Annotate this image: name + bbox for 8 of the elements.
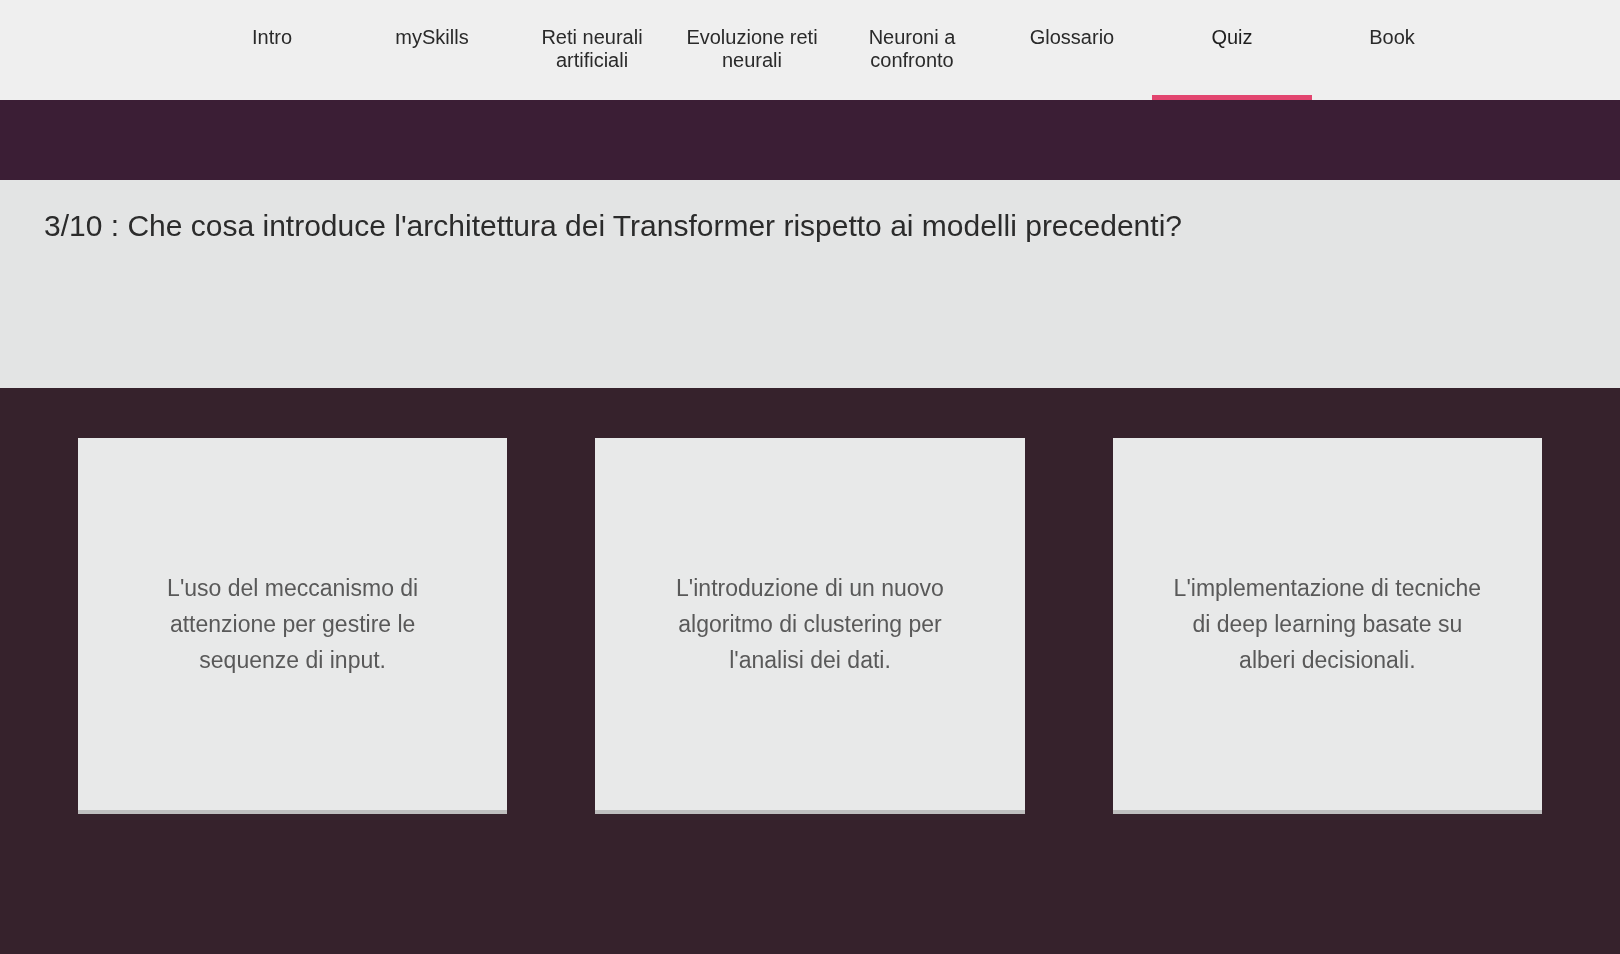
nav-tab[interactable]: Evoluzione reti neurali bbox=[672, 0, 832, 100]
nav-tab[interactable]: Glossario bbox=[992, 0, 1152, 100]
nav-tab[interactable]: Intro bbox=[192, 0, 352, 100]
nav-tab[interactable]: Book bbox=[1312, 0, 1472, 100]
nav-tab[interactable]: mySkills bbox=[352, 0, 512, 100]
nav-tab[interactable]: Neuroni a confronto bbox=[832, 0, 992, 100]
question-title: 3/10 : Che cosa introduce l'architettura dei Transformer rispetto ai modelli precedenti? bbox=[44, 208, 1182, 244]
nav-tab[interactable]: Reti neurali artificiali bbox=[512, 0, 672, 100]
